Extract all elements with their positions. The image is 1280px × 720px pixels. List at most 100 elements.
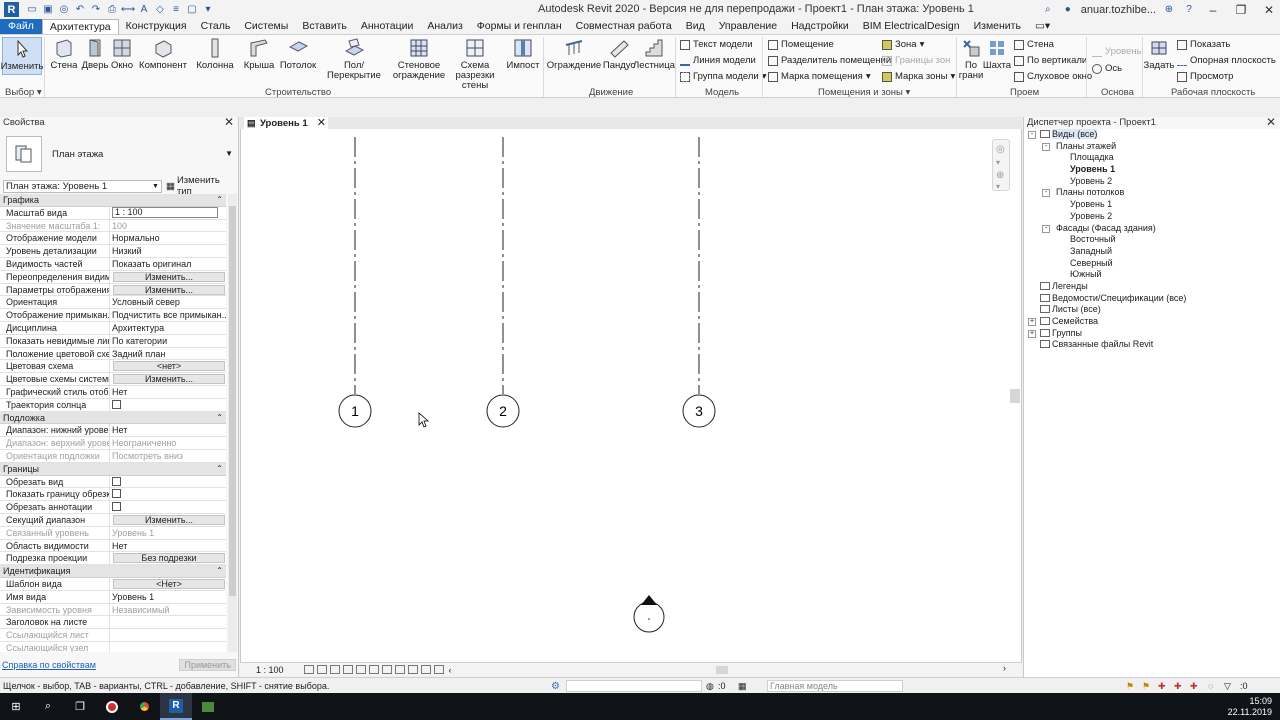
horizontal-scrollbar-thumb[interactable] — [716, 666, 728, 674]
property-checkbox[interactable] — [112, 399, 121, 409]
area-button[interactable]: Зона ▾ — [882, 39, 924, 50]
room-tag-button[interactable]: Марка помещения ▾ — [768, 71, 871, 82]
browser-node[interactable]: Уровень 1 — [1024, 199, 1280, 211]
task-view-icon[interactable]: ❐ — [64, 693, 96, 720]
property-edit-button[interactable]: <Нет> — [113, 578, 225, 589]
column-button[interactable]: Колонна — [196, 37, 234, 71]
properties-section-header[interactable]: Границы ⌃ — [0, 462, 226, 476]
property-value[interactable]: Нормально — [110, 232, 226, 245]
properties-section-header[interactable]: Идентификация ⌃ — [0, 565, 226, 578]
property-value[interactable]: Архитектура — [110, 321, 226, 334]
wall-button[interactable]: Стена — [50, 37, 78, 71]
grid-button[interactable]: Ось — [1092, 63, 1122, 74]
filter-selection-icon[interactable]: ▽ — [1224, 681, 1234, 691]
search-icon[interactable]: ⌕ — [1041, 3, 1055, 17]
worksets-icon[interactable]: ⚙ — [551, 681, 561, 692]
browser-node[interactable]: Листы (все) — [1024, 304, 1280, 316]
property-value[interactable]: <нет> — [110, 360, 226, 373]
railing-button[interactable]: Ограждение — [547, 37, 601, 71]
window-button[interactable]: Окно — [110, 37, 134, 71]
scrollbar-thumb[interactable] — [229, 206, 236, 596]
save-icon[interactable]: ▣ — [41, 3, 55, 17]
browser-node[interactable]: Уровень 2 — [1024, 176, 1280, 188]
view-tab-level-1[interactable]: ▤ Уровень 1 ✕ — [244, 117, 328, 129]
browser-node[interactable]: Южный — [1024, 269, 1280, 281]
browser-node[interactable]: Уровень 2 — [1024, 211, 1280, 223]
curtain-grid-button[interactable]: Схема разрезки стены — [446, 37, 504, 91]
show-workplane-button[interactable]: Показать — [1177, 39, 1230, 50]
minimize-button[interactable]: – — [1202, 0, 1224, 19]
undo-icon[interactable]: ↶ — [73, 3, 87, 17]
area-boundary-button[interactable]: Границы зон — [882, 55, 950, 66]
property-value[interactable] — [110, 475, 226, 488]
property-edit-button[interactable]: Изменить... — [113, 514, 225, 525]
property-value[interactable] — [110, 616, 226, 629]
maximize-button[interactable]: ❐ — [1230, 0, 1252, 19]
vertical-opening-button[interactable]: По вертикали — [1014, 55, 1087, 66]
system-clock[interactable]: 15:09 22.11.2019 — [1228, 696, 1272, 718]
property-input[interactable]: 1 : 100 — [112, 206, 218, 218]
viewer-button[interactable]: Просмотр — [1177, 71, 1233, 82]
property-edit-button[interactable]: Без подрезки — [113, 553, 225, 564]
browser-node[interactable]: - Фасады (Фасад здания) — [1024, 223, 1280, 235]
open-icon[interactable]: ▭ — [25, 3, 39, 17]
sun-path-icon[interactable] — [329, 665, 340, 674]
temporary-hide-icon[interactable] — [394, 665, 405, 674]
browser-node[interactable]: - Планы потолков — [1024, 187, 1280, 199]
set-workplane-button[interactable]: Задать — [1144, 37, 1174, 71]
background-processes-icon[interactable]: ◌ — [1208, 681, 1218, 691]
browser-node[interactable]: Связанные файлы Revit — [1024, 339, 1280, 351]
close-icon[interactable]: ✕ — [317, 116, 326, 129]
drawing-canvas[interactable]: 1 2 3 ◎ ▾ ⊕ ▾ — [240, 129, 1022, 662]
model-field[interactable]: Главная модель — [767, 680, 903, 692]
browser-node[interactable]: Уровень 1 — [1024, 164, 1280, 176]
property-value[interactable]: <Нет> — [110, 577, 226, 590]
collapse-icon[interactable]: ⌃ — [216, 194, 223, 206]
property-edit-button[interactable]: Изменить... — [113, 271, 225, 282]
tab-systems[interactable]: Системы — [237, 19, 295, 34]
properties-section-header[interactable]: Подложка ⌃ — [0, 411, 226, 425]
select-by-face-icon[interactable]: ✚ — [1174, 681, 1184, 691]
tab-collaborate[interactable]: Совместная работа — [569, 19, 679, 34]
ref-plane-button[interactable]: Опорная плоскость — [1177, 55, 1276, 66]
model-group-button[interactable]: Группа модели ▾ — [680, 71, 767, 82]
property-value[interactable]: Без подрезки — [110, 552, 226, 565]
browser-node[interactable]: Легенды — [1024, 281, 1280, 293]
area-tag-button[interactable]: Марка зоны ▾ — [882, 71, 955, 82]
property-value[interactable]: Задний план — [110, 347, 226, 360]
properties-scrollbar[interactable] — [228, 194, 237, 652]
wall-opening-button[interactable]: Стена — [1014, 39, 1054, 50]
dormer-button[interactable]: Слуховое окно — [1014, 71, 1092, 82]
property-value[interactable]: Уровень 1 — [110, 590, 226, 603]
shaft-button[interactable]: Шахта — [983, 37, 1011, 71]
user-icon[interactable]: ● — [1061, 3, 1075, 17]
tab-structure[interactable]: Конструкция — [119, 19, 194, 34]
design-options-icon[interactable]: ▦ — [738, 681, 748, 691]
screen-recorder-icon[interactable] — [96, 693, 128, 720]
tab-bim-electrical[interactable]: BIM ElectricalDesign — [856, 19, 967, 34]
property-value[interactable] — [110, 488, 226, 501]
redo-icon[interactable]: ↷ — [89, 3, 103, 17]
browser-node[interactable]: Северный — [1024, 258, 1280, 270]
3d-view-icon[interactable]: ◇ — [153, 3, 167, 17]
select-underlay-icon[interactable]: ⚑ — [1142, 681, 1152, 691]
print-icon[interactable]: ⎙ — [105, 3, 119, 17]
model-line-button[interactable]: Линия модели — [680, 55, 756, 66]
zoom-icon[interactable]: ⊕ — [996, 170, 1004, 181]
tab-steel[interactable]: Сталь — [194, 19, 238, 34]
browser-node[interactable]: Восточный — [1024, 234, 1280, 246]
property-value[interactable] — [110, 501, 226, 513]
workset-field[interactable] — [566, 680, 702, 692]
crop-view-icon[interactable] — [355, 665, 366, 674]
collapse-icon[interactable]: ⌃ — [216, 565, 223, 577]
text-icon[interactable]: A — [137, 3, 151, 17]
floor-button[interactable]: Пол/Перекрытие — [322, 37, 386, 81]
mullion-button[interactable]: Импост — [506, 37, 540, 71]
select-pinned-icon[interactable]: ✚ — [1158, 681, 1168, 691]
chevron-down-icon[interactable]: ▼ — [225, 149, 233, 158]
reveal-hidden-icon[interactable] — [407, 665, 418, 674]
ceiling-button[interactable]: Потолок — [280, 37, 316, 71]
vertical-scrollbar-thumb[interactable] — [1010, 389, 1020, 403]
property-value[interactable] — [110, 398, 226, 411]
cart-icon[interactable]: ⊕ — [1162, 3, 1176, 17]
